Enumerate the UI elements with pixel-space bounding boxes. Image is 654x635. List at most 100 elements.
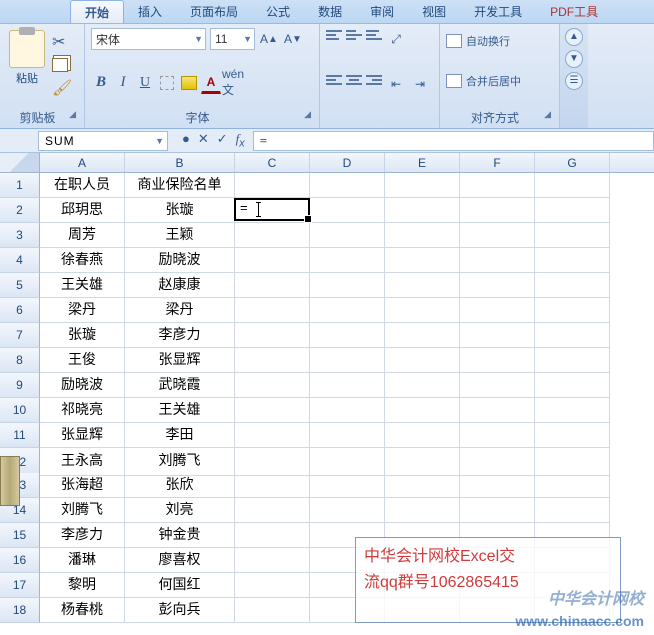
col-header-g[interactable]: G [535,153,610,172]
cell[interactable] [235,198,310,223]
cell[interactable]: 潘琳 [40,548,125,573]
row-header[interactable]: 17 [0,573,40,598]
decrease-font-button[interactable]: A▼ [283,28,303,50]
cell[interactable]: 励晓波 [125,248,235,273]
tab-data[interactable]: 数据 [304,0,356,23]
ribbon-options[interactable]: ☰ [565,72,583,90]
align-top-button[interactable] [326,28,342,42]
cell[interactable] [535,223,610,248]
cell[interactable] [235,273,310,298]
insert-function-button[interactable]: fx [236,131,245,150]
cell[interactable] [385,198,460,223]
cell[interactable] [535,448,610,476]
cell[interactable]: 武晓霞 [125,373,235,398]
cell[interactable] [235,223,310,248]
format-painter-icon[interactable]: 🖌 [52,78,72,98]
cell[interactable]: 张欣 [125,473,235,498]
cell[interactable] [235,298,310,323]
increase-font-button[interactable]: A▲ [259,28,279,50]
name-box[interactable]: SUM▼ [38,131,168,151]
cell[interactable]: 张显辉 [40,423,125,448]
cell[interactable]: 赵康康 [125,273,235,298]
tab-view[interactable]: 视图 [408,0,460,23]
align-left-button[interactable] [326,73,342,87]
cell[interactable] [535,348,610,373]
tab-home[interactable]: 开始 [70,0,124,23]
align-center-button[interactable] [346,73,362,87]
cell[interactable] [385,348,460,373]
cell[interactable] [235,398,310,423]
cell[interactable]: 徐春燕 [40,248,125,273]
cell[interactable] [310,198,385,223]
cell[interactable] [235,423,310,448]
cell[interactable] [460,173,535,198]
cell[interactable]: 刘腾飞 [40,498,125,523]
cell[interactable] [235,248,310,273]
cell[interactable] [460,473,535,498]
formula-bar-input[interactable] [253,131,654,151]
font-size-combo[interactable]: 11▼ [210,28,255,50]
cell[interactable] [310,273,385,298]
cell[interactable]: 梁丹 [40,298,125,323]
cell[interactable] [460,248,535,273]
cell[interactable] [535,198,610,223]
cell[interactable] [460,448,535,476]
font-color-button[interactable]: A [201,72,221,94]
cell[interactable]: 励晓波 [40,373,125,398]
cell[interactable] [385,223,460,248]
cell[interactable]: 商业保险名单 [125,173,235,198]
cell[interactable] [310,348,385,373]
cell[interactable]: 王颖 [125,223,235,248]
cell[interactable] [235,548,310,573]
cell[interactable]: 刘亮 [125,498,235,523]
tab-pdf[interactable]: PDF工具 [536,0,612,23]
cell[interactable] [385,498,460,523]
row-header[interactable]: 6 [0,298,40,323]
borders-button[interactable] [157,72,177,94]
row-header[interactable]: 7 [0,323,40,348]
cell[interactable] [460,323,535,348]
copy-icon[interactable] [52,58,68,72]
cell[interactable] [535,248,610,273]
italic-button[interactable]: I [113,72,133,94]
row-header[interactable]: 3 [0,223,40,248]
row-header[interactable]: 1 [0,173,40,198]
cell[interactable]: 杨春桃 [40,598,125,623]
cell[interactable]: 张海超 [40,473,125,498]
row-header[interactable]: 4 [0,248,40,273]
cell[interactable] [235,498,310,523]
cell[interactable] [535,323,610,348]
row-header[interactable]: 8 [0,348,40,373]
cell[interactable] [535,373,610,398]
cell[interactable]: 李彦力 [40,523,125,548]
cell[interactable] [310,323,385,348]
cell[interactable] [235,448,310,476]
cell[interactable] [235,523,310,548]
cell[interactable] [460,398,535,423]
cell[interactable]: 邱玥思 [40,198,125,223]
cancel-formula-button[interactable]: ✕ [198,131,209,150]
cell[interactable]: 王关雄 [40,273,125,298]
cell[interactable] [460,198,535,223]
tab-formulas[interactable]: 公式 [252,0,304,23]
cell[interactable] [460,223,535,248]
row-header[interactable]: 2 [0,198,40,223]
orientation-button[interactable]: ⤢ [386,28,406,50]
cell[interactable]: 周芳 [40,223,125,248]
row-header[interactable]: 10 [0,398,40,423]
office-button-area[interactable] [0,0,70,24]
font-name-combo[interactable]: 宋体▼ [91,28,206,50]
cell[interactable] [460,348,535,373]
cell[interactable]: 张璇 [40,323,125,348]
cell[interactable] [235,473,310,498]
cell[interactable] [385,448,460,476]
tab-review[interactable]: 审阅 [356,0,408,23]
enter-formula-button[interactable]: ✓ [217,131,228,150]
tab-insert[interactable]: 插入 [124,0,176,23]
cell[interactable]: 王永高 [40,448,125,476]
vertical-scrollbar-thumb[interactable] [0,456,20,506]
col-header-c[interactable]: C [235,153,310,172]
cell[interactable]: 彭向兵 [125,598,235,623]
cell[interactable] [385,423,460,448]
col-header-d[interactable]: D [310,153,385,172]
